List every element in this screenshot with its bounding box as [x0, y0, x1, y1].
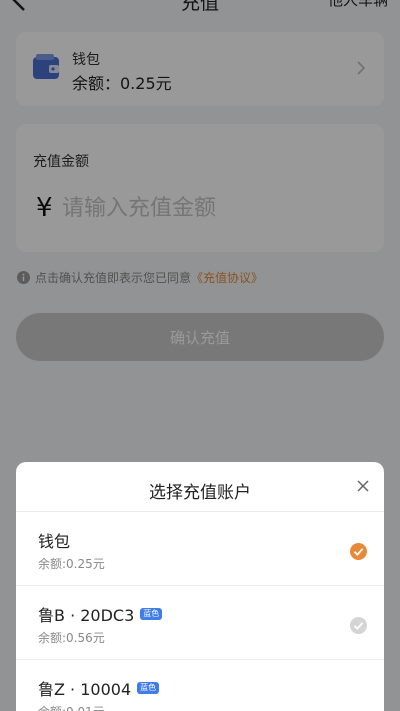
account-balance: 余额:0.25元 [38, 557, 105, 571]
account-name-text: 鲁B · 20DC3 [38, 606, 135, 625]
account-name-text: 鲁Z · 10004 [38, 680, 132, 699]
account-balance: 余额:0.01元 [38, 703, 105, 711]
account-balance: 余额:0.56元 [38, 631, 105, 645]
plate-color-badge: 蓝色 [137, 682, 160, 694]
check-icon [350, 543, 367, 560]
account-row-vehicle[interactable]: 鲁Z · 10004 蓝色 余额:0.01元 [16, 660, 384, 711]
check-icon [350, 617, 367, 634]
account-select-sheet: 选择充值账户 钱包 余额:0.25元 鲁B · 20DC3 蓝色 余额:0.56… [16, 462, 384, 711]
sheet-title: 选择充值账户 [149, 483, 251, 503]
account-row-wallet[interactable]: 钱包 余额:0.25元 [16, 512, 384, 586]
account-name: 鲁Z · 10004 蓝色 [38, 676, 160, 700]
close-icon[interactable] [356, 479, 370, 493]
account-name-text: 钱包 [38, 532, 71, 551]
account-row-vehicle[interactable]: 鲁B · 20DC3 蓝色 余额:0.56元 [16, 586, 384, 660]
plate-color-badge: 蓝色 [140, 608, 163, 620]
account-name: 鲁B · 20DC3 蓝色 [38, 602, 163, 626]
account-name: 钱包 [38, 528, 70, 552]
